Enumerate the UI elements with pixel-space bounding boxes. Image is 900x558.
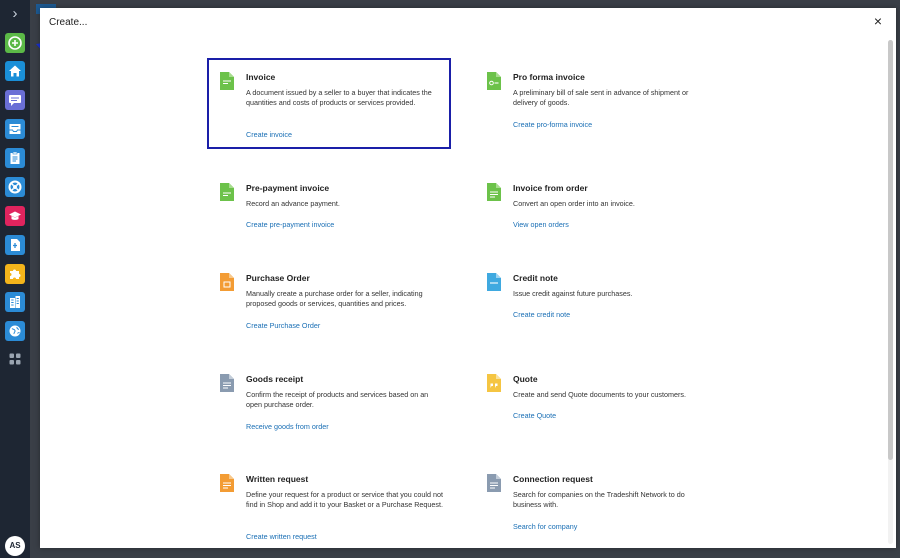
user-avatar[interactable]: AS [5,536,25,556]
lifebuoy-icon[interactable] [5,177,25,197]
globe-icon[interactable] [5,321,25,341]
create-written-request-link[interactable]: Create written request [246,532,317,541]
create-prepayment-invoice-link[interactable]: Create pre-payment invoice [246,220,334,229]
proforma-document-icon [487,72,501,90]
order-invoice-document-icon [487,183,501,201]
dialog-header: Create... × [40,8,896,38]
option-description: Manually create a purchase order for a s… [246,289,423,309]
graduation-cap-icon[interactable] [5,206,25,226]
option-title: Connection request [513,474,593,484]
search-for-company-link[interactable]: Search for company [513,522,577,531]
option-description: Define your request for a product or ser… [246,490,443,510]
prepayment-document-icon [220,183,234,201]
option-proforma-invoice: Pro forma invoice A preliminary bill of … [475,58,715,149]
create-proforma-invoice-link[interactable]: Create pro-forma invoice [513,120,592,129]
option-title: Purchase Order [246,273,310,283]
create-dialog: Create... × Invoice A document issued by… [40,8,896,548]
quote-document-icon [487,374,501,392]
option-title: Pre-payment invoice [246,183,330,193]
option-description: Record an advance payment. [246,199,340,208]
option-title: Pro forma invoice [513,72,585,82]
option-invoice: Invoice A document issued by a seller to… [207,58,451,149]
option-title: Invoice [246,72,276,82]
puzzle-icon[interactable] [5,264,25,284]
option-description: Issue credit against future purchases. [513,289,633,298]
option-title: Invoice from order [513,183,588,193]
create-purchase-order-link[interactable]: Create Purchase Order [246,321,320,330]
credit-note-document-icon [487,273,501,291]
dialog-title: Create... [49,17,88,28]
create-plus-icon[interactable] [5,33,25,53]
option-description: Convert an open order into an invoice. [513,199,635,208]
written-request-document-icon [220,474,234,492]
receive-goods-from-order-link[interactable]: Receive goods from order [246,422,329,431]
expand-chevron-icon[interactable]: › [8,6,22,22]
create-quote-link[interactable]: Create Quote [513,411,556,420]
option-description: Search for companies on the Tradeshift N… [513,490,685,510]
option-title: Goods receipt [246,374,304,384]
create-invoice-link[interactable]: Create invoice [246,130,292,139]
building-icon[interactable] [5,292,25,312]
close-icon[interactable]: × [871,14,885,28]
scrollbar-thumb[interactable] [888,40,893,460]
goods-receipt-document-icon [220,374,234,392]
app-rail: › AS [0,0,30,558]
option-description: Confirm the receipt of products and serv… [246,390,429,410]
option-description: A document issued by a seller to a buyer… [246,88,432,108]
option-description: Create and send Quote documents to your … [513,390,686,399]
clipboard-icon[interactable] [5,148,25,168]
chat-icon[interactable] [5,90,25,110]
dialog-scrollbar[interactable] [888,40,893,544]
create-credit-note-link[interactable]: Create credit note [513,310,570,319]
document-icon[interactable] [5,235,25,255]
apps-grid-icon[interactable] [5,349,25,369]
inbox-icon[interactable] [5,119,25,139]
option-title: Quote [513,374,538,384]
invoice-document-icon [220,72,234,90]
option-description: A preliminary bill of sale sent in advan… [513,88,689,108]
view-open-orders-link[interactable]: View open orders [513,220,569,229]
option-title: Written request [246,474,309,484]
option-title: Credit note [513,273,558,283]
home-icon[interactable] [5,61,25,81]
connection-request-document-icon [487,474,501,492]
purchase-order-document-icon [220,273,234,291]
